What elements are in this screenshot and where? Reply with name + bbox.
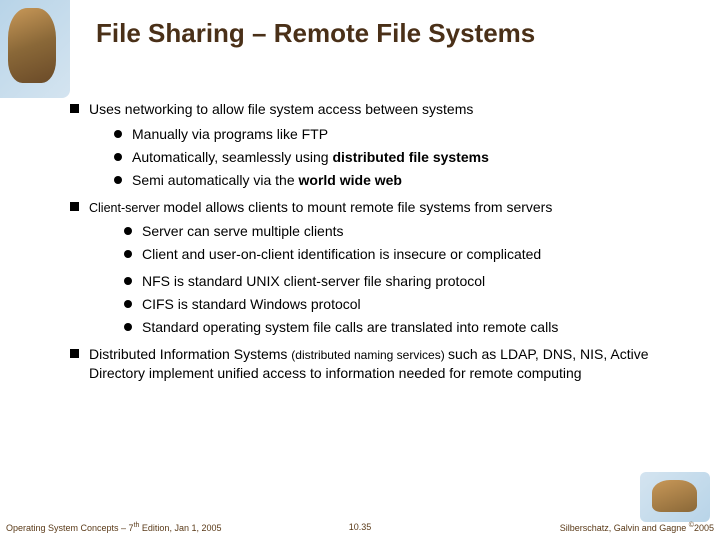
text-bold: distributed file systems [332,149,488,165]
footer-center: 10.35 [349,522,372,532]
slide-footer: Operating System Concepts – 7th Edition,… [0,522,720,536]
footer-left: Operating System Concepts – 7th Edition,… [6,522,221,533]
text-fragment: model allows clients to mount remote fil… [163,199,552,215]
text-fragment: (distributed naming services) [291,348,448,362]
bullet-2-sub-3-text: NFS is standard UNIX client-server file … [142,272,690,291]
bullet-2: Client-server model allows clients to mo… [70,198,690,217]
bullet-3: Distributed Information Systems (distrib… [70,345,690,383]
bullet-2-sub-4-text: CIFS is standard Windows protocol [142,295,690,314]
circle-bullet-icon [124,227,132,235]
bullet-1-sub-3-text: Semi automatically via the world wide we… [132,171,690,190]
circle-bullet-icon [124,250,132,258]
bullet-1-sub-1-text: Manually via programs like FTP [132,125,690,144]
circle-bullet-icon [114,130,122,138]
circle-bullet-icon [124,300,132,308]
circle-bullet-icon [124,277,132,285]
bullet-2-sub-3: NFS is standard UNIX client-server file … [124,272,690,291]
bullet-2-sub-2-text: Client and user-on-client identification… [142,245,690,264]
bullet-2-sub-1-text: Server can serve multiple clients [142,222,690,241]
square-bullet-icon [70,104,79,113]
bullet-1-sub-1: Manually via programs like FTP [114,125,690,144]
square-bullet-icon [70,202,79,211]
bullet-1-sub-2-text: Automatically, seamlessly using distribu… [132,148,690,167]
bullet-2-sub-2: Client and user-on-client identification… [124,245,690,264]
slide-title: File Sharing – Remote File Systems [96,18,535,49]
bullet-1-text: Uses networking to allow file system acc… [89,100,690,119]
bullet-1-sub-2: Automatically, seamlessly using distribu… [114,148,690,167]
bullet-2-sub-5-text: Standard operating system file calls are… [142,318,690,337]
text-fragment: Edition, Jan 1, 2005 [139,523,221,533]
text-fragment: Silberschatz, Galvin and Gagne [560,523,689,533]
circle-bullet-icon [114,153,122,161]
footer-right: Silberschatz, Galvin and Gagne ©2005 [560,522,714,533]
slide-body: Uses networking to allow file system acc… [70,100,690,389]
dinosaur-top-image [0,0,70,98]
bullet-1: Uses networking to allow file system acc… [70,100,690,119]
bullet-3-text: Distributed Information Systems (distrib… [89,345,690,383]
text-fragment: Client-server [89,201,163,215]
dinosaur-bottom-image [640,472,710,522]
square-bullet-icon [70,349,79,358]
text-fragment: 2005 [694,523,714,533]
circle-bullet-icon [114,176,122,184]
text-fragment: Automatically, seamlessly using [132,149,332,165]
bullet-2-text: Client-server model allows clients to mo… [89,198,690,217]
bullet-2-sub-4: CIFS is standard Windows protocol [124,295,690,314]
circle-bullet-icon [124,323,132,331]
text-fragment: Semi automatically via the [132,172,299,188]
bullet-2-sub-1: Server can serve multiple clients [124,222,690,241]
text-fragment: Operating System Concepts – 7 [6,523,134,533]
text-bold: world wide web [299,172,402,188]
text-fragment: Distributed Information Systems [89,346,291,362]
bullet-1-sub-3: Semi automatically via the world wide we… [114,171,690,190]
bullet-2-sub-5: Standard operating system file calls are… [124,318,690,337]
